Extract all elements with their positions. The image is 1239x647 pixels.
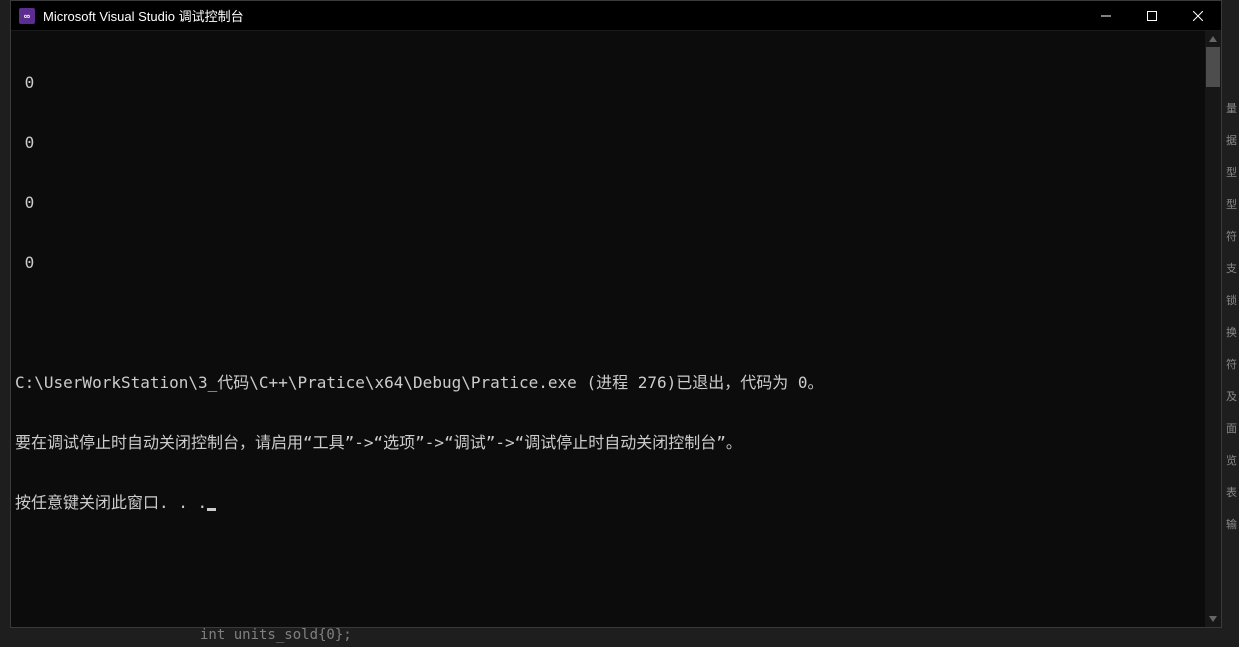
output-line: 按任意键关闭此窗口. . .	[15, 493, 1205, 513]
bg-right-hint: 及	[1226, 388, 1239, 404]
maximize-button[interactable]	[1129, 1, 1175, 31]
scroll-up-icon[interactable]	[1205, 31, 1221, 47]
bg-right-hint: 表	[1226, 484, 1239, 500]
output-line: 0	[15, 73, 1205, 93]
scrollbar-thumb[interactable]	[1206, 47, 1220, 87]
console-window: ∞ Microsoft Visual Studio 调试控制台 0 0 0 0 …	[10, 0, 1222, 628]
window-controls	[1083, 1, 1221, 30]
close-button[interactable]	[1175, 1, 1221, 31]
bg-right-hint: 支	[1226, 260, 1239, 276]
app-icon: ∞	[19, 8, 35, 24]
bg-right-hint: 型	[1226, 164, 1239, 180]
bg-right-hints: 量据型型符支锁换符及面览表输	[1226, 100, 1239, 627]
titlebar-left: ∞ Microsoft Visual Studio 调试控制台	[19, 6, 244, 25]
output-line: 0	[15, 193, 1205, 213]
bg-right-hint: 量	[1226, 100, 1239, 116]
maximize-icon	[1147, 11, 1157, 21]
output-line	[15, 313, 1205, 333]
close-icon	[1193, 11, 1203, 21]
bg-right-hint: 换	[1226, 324, 1239, 340]
bg-right-hint: 面	[1226, 420, 1239, 436]
bg-right-hint: 输	[1226, 516, 1239, 532]
console-output: 0 0 0 0 C:\UserWorkStation\3_代码\C++\Prat…	[15, 33, 1205, 553]
bg-right-hint: 览	[1226, 452, 1239, 468]
output-line: 0	[15, 133, 1205, 153]
bg-right-hint: 符	[1226, 356, 1239, 372]
console-body[interactable]: 0 0 0 0 C:\UserWorkStation\3_代码\C++\Prat…	[11, 31, 1221, 627]
window-title: Microsoft Visual Studio 调试控制台	[43, 6, 244, 25]
text-cursor	[207, 508, 216, 511]
output-line: 0	[15, 253, 1205, 273]
bg-right-hint: 据	[1226, 132, 1239, 148]
titlebar[interactable]: ∞ Microsoft Visual Studio 调试控制台	[11, 1, 1221, 31]
minimize-button[interactable]	[1083, 1, 1129, 31]
minimize-icon	[1101, 11, 1111, 21]
bg-right-hint: 符	[1226, 228, 1239, 244]
scroll-down-icon[interactable]	[1205, 611, 1221, 627]
bg-right-hint: 型	[1226, 196, 1239, 212]
vertical-scrollbar[interactable]	[1205, 31, 1221, 627]
output-line: 要在调试停止时自动关闭控制台，请启用“工具”->“选项”->“调试”->“调试停…	[15, 433, 1205, 453]
bg-right-hint: 锁	[1226, 292, 1239, 308]
output-line: C:\UserWorkStation\3_代码\C++\Pratice\x64\…	[15, 373, 1205, 393]
